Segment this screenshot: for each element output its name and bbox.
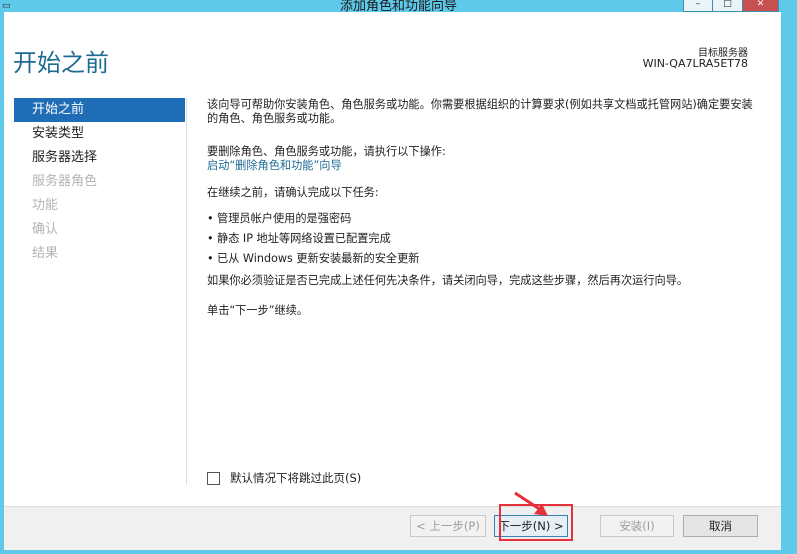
list-item: • 管理员帐户使用的是强密码 [207, 212, 352, 225]
nav-divider [186, 98, 187, 485]
nav-item-server-roles: 服务器角色 [32, 174, 98, 189]
window-border-right [781, 12, 797, 554]
intro-text: 该向导可帮助你安装角色、角色服务或功能。你需要根据组织的计算要求(例如共享文档或… [207, 98, 753, 125]
wizard-nav: 开始之前 安装类型 服务器选择 服务器角色 功能 确认 结果 [14, 98, 185, 266]
maximize-icon[interactable]: □ [713, 0, 743, 12]
bullet-icon: • [207, 252, 214, 265]
window-border-left [0, 12, 4, 554]
close-icon[interactable]: ✕ [743, 0, 779, 12]
skip-page-option[interactable]: 默认情况下将跳过此页(S) [207, 470, 361, 486]
nav-item-installation-type[interactable]: 安装类型 [14, 122, 185, 146]
nav-item-server-selection[interactable]: 服务器选择 [14, 146, 185, 170]
install-button: 安装(I) [600, 515, 674, 537]
list-item: • 已从 Windows 更新安装最新的安全更新 [207, 252, 420, 265]
minimize-icon[interactable]: – [683, 0, 713, 12]
title-bar[interactable]: ▭ 添加角色和功能向导 – □ ✕ [0, 0, 797, 14]
skip-page-checkbox[interactable] [207, 471, 220, 485]
skip-page-label: 默认情况下将跳过此页(S) [230, 471, 362, 485]
bullet-icon: • [207, 212, 214, 225]
previous-button: < 上一步(P) [410, 515, 486, 537]
page-title: 开始之前 [13, 49, 109, 77]
window-title: 添加角色和功能向导 [339, 0, 457, 14]
remove-instructions: 要删除角色、角色服务或功能，请执行以下操作: [207, 145, 446, 158]
list-item: • 静态 IP 地址等网络设置已配置完成 [207, 232, 391, 245]
window-controls: – □ ✕ [683, 0, 779, 12]
prerequisite-list: • 管理员帐户使用的是强密码 • 静态 IP 地址等网络设置已配置完成 • 已从 Wi… [207, 212, 420, 272]
verify-text: 如果你必须验证是否已完成上述任何先决条件，请关闭向导，完成这些步骤，然后再次运行… [207, 274, 689, 287]
target-server-name: WIN-QA7LRA5ET78 [642, 57, 748, 70]
click-next-text: 单击“下一步”继续。 [207, 304, 309, 317]
nav-item-results: 结果 [32, 246, 59, 261]
nav-item-before-you-begin[interactable]: 开始之前 [14, 98, 185, 122]
nav-item-confirmation: 确认 [32, 222, 59, 237]
cancel-button[interactable]: 取消 [683, 515, 758, 537]
next-button[interactable]: 下一步(N) > [494, 515, 568, 537]
window-border-bottom [0, 550, 797, 554]
nav-item-features: 功能 [32, 198, 59, 213]
remove-roles-wizard-link[interactable]: 启动“删除角色和功能”向导 [207, 159, 342, 173]
before-continue-text: 在继续之前，请确认完成以下任务: [207, 186, 379, 199]
bullet-icon: • [207, 232, 214, 245]
